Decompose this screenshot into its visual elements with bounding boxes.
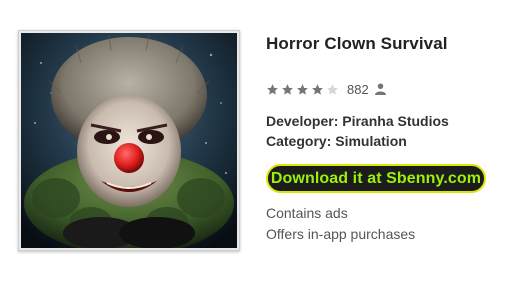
star-icon (282, 83, 293, 95)
app-title: Horror Clown Survival (266, 34, 448, 53)
star-icon (312, 83, 323, 95)
app-card: Horror Clown Survival 882 Developer: Pir… (0, 0, 529, 291)
rating-row: 882 (266, 81, 386, 97)
in-app-purchases-label: Offers in-app purchases (266, 226, 416, 242)
star-icon (267, 83, 278, 95)
download-button[interactable]: Download it at Sbenny.com (266, 164, 486, 193)
clown-app-icon (21, 33, 237, 248)
person-icon (374, 83, 386, 95)
developer-label: Developer: Piranha Studios (266, 113, 449, 129)
contains-ads-label: Contains ads (266, 205, 348, 221)
rating-count: 882 (347, 81, 369, 97)
star-icon (297, 83, 308, 95)
category-label: Category: Simulation (266, 133, 407, 149)
star-empty-icon (327, 83, 338, 95)
app-icon-frame[interactable] (18, 30, 240, 251)
